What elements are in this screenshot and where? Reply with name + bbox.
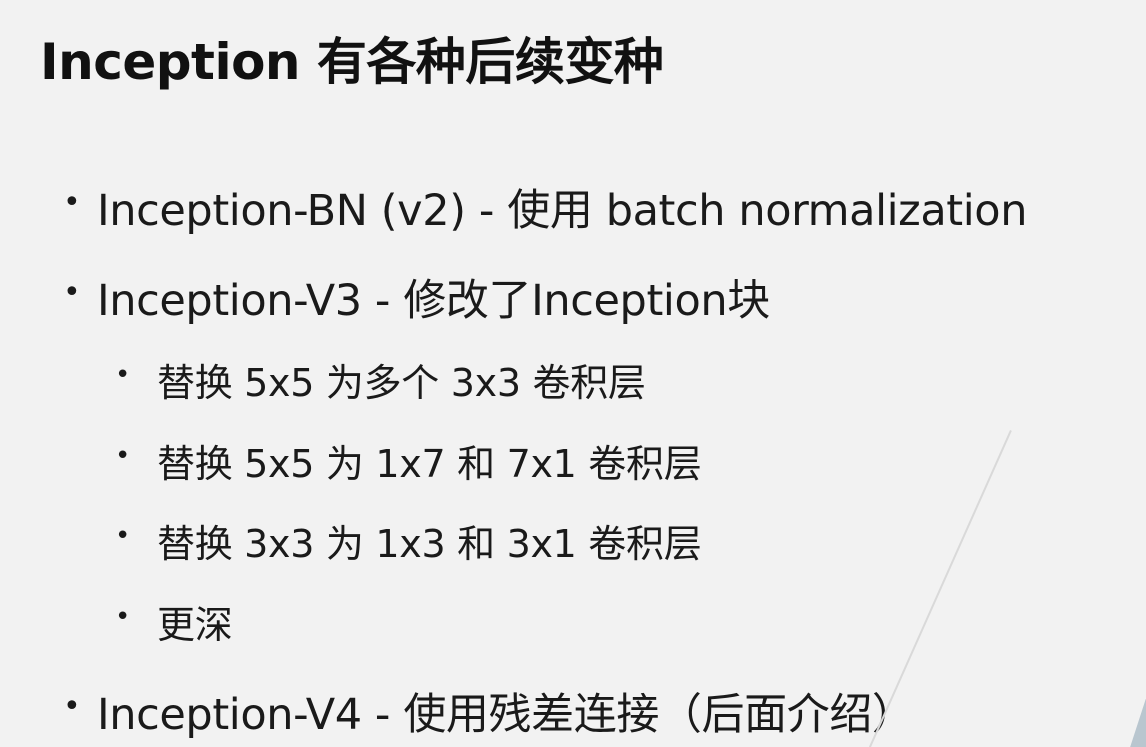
sub-bullet-item-1x3: • 替换 3x3 为 1x3 和 3x1 卷积层	[115, 513, 702, 568]
slide-title: Inception 有各种后续变种	[40, 33, 664, 91]
decorative-corner-shape	[1126, 699, 1146, 747]
bullet-text: 替换 3x3 为 1x3 和 3x1 卷积层	[157, 522, 702, 566]
bullet-text: Inception-BN (v2) - 使用 batch normalizati…	[97, 186, 1028, 236]
bullet-text: 替换 5x5 为多个 3x3 卷积层	[157, 361, 646, 405]
bullet-text: Inception-V4 - 使用残差连接（后面介绍）	[97, 690, 915, 740]
sub-bullet-item-3x3: • 替换 5x5 为多个 3x3 卷积层	[115, 352, 646, 407]
bullet-icon: •	[115, 441, 131, 471]
sub-bullet-item-1x7: • 替换 5x5 为 1x7 和 7x1 卷积层	[115, 433, 702, 488]
bullet-icon: •	[63, 185, 81, 220]
bullet-icon: •	[63, 689, 81, 724]
bullet-icon: •	[115, 360, 131, 390]
bullet-text: Inception-V3 - 修改了Inception块	[97, 276, 770, 326]
slide: Inception 有各种后续变种 • Inception-BN (v2) - …	[0, 0, 1146, 747]
bullet-item-inception-v4: • Inception-V4 - 使用残差连接（后面介绍）	[63, 680, 915, 742]
bullet-text: 更深	[157, 603, 233, 647]
bullet-item-inception-v3: • Inception-V3 - 修改了Inception块	[63, 266, 770, 328]
bullet-icon: •	[115, 521, 131, 551]
sub-bullet-item-deeper: • 更深	[115, 594, 233, 649]
bullet-icon: •	[63, 275, 81, 310]
bullet-text: 替换 5x5 为 1x7 和 7x1 卷积层	[157, 442, 702, 486]
bullet-item-inception-bn: • Inception-BN (v2) - 使用 batch normaliza…	[63, 176, 1028, 238]
bullet-icon: •	[115, 602, 131, 632]
